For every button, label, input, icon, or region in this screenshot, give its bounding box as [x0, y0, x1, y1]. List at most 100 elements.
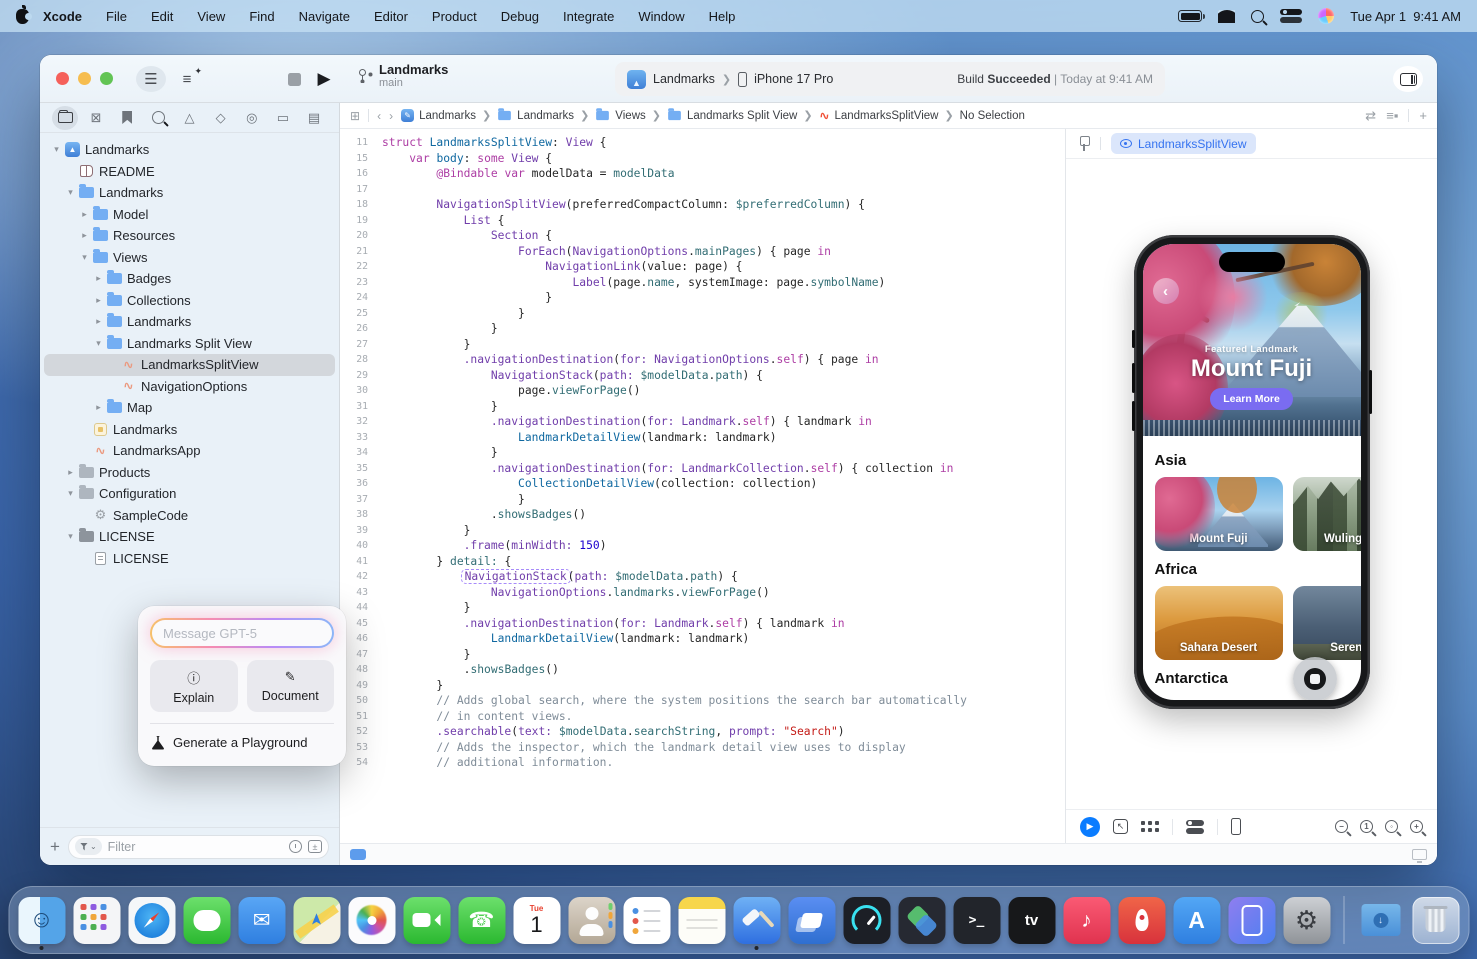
dock-settings-icon[interactable]: ⚙ [1283, 897, 1330, 944]
code-line[interactable]: 19 List { [340, 213, 1065, 229]
dock-shortcuts-icon[interactable] [898, 897, 945, 944]
live-preview-button[interactable]: ▶ [1080, 817, 1100, 837]
code-line[interactable]: 21 ForEach(NavigationOptions.mainPages) … [340, 244, 1065, 260]
disclosure-right-icon[interactable]: ▸ [78, 209, 91, 220]
filter-options-icon[interactable]: ⌄ [75, 838, 102, 855]
selectable-mode-button[interactable]: ↖ [1113, 819, 1128, 834]
disclosure-down-icon[interactable]: ▾ [50, 144, 63, 155]
tree-item-landmarksapp[interactable]: ∿LandmarksApp [44, 440, 335, 462]
dock-xcode-icon[interactable] [733, 897, 780, 944]
battery-icon[interactable] [1178, 10, 1202, 22]
code-line[interactable]: 49 } [340, 678, 1065, 694]
learn-more-button[interactable]: Learn More [1210, 388, 1293, 410]
dock-freeform-icon[interactable] [788, 897, 835, 944]
dock-contacts-icon[interactable] [568, 897, 615, 944]
assistant-message-input[interactable]: Message GPT-5 [152, 620, 332, 646]
apple-menu-icon[interactable] [16, 9, 29, 24]
dock-finder-icon[interactable]: ☺ [18, 897, 65, 944]
menu-item-window[interactable]: Window [628, 7, 694, 26]
minimize-button[interactable] [78, 72, 91, 85]
forward-button[interactable]: › [389, 109, 393, 123]
dock-notes-icon[interactable] [678, 897, 725, 944]
code-line[interactable]: 27 } [340, 337, 1065, 353]
tree-item-collections[interactable]: ▸Collections [44, 290, 335, 312]
navigator-toggle-button[interactable]: ☰ [136, 66, 166, 92]
related-items-icon[interactable]: ⊞ [350, 109, 360, 123]
code-line[interactable]: 34 } [340, 445, 1065, 461]
dock-trash-icon[interactable] [1412, 897, 1459, 944]
device-settings-button[interactable] [1186, 820, 1204, 834]
disclosure-down-icon[interactable]: ▾ [64, 531, 77, 542]
code-line[interactable]: 18 NavigationSplitView(preferredCompactC… [340, 197, 1065, 213]
code-line[interactable]: 32 .navigationDestination(for: Landmark.… [340, 414, 1065, 430]
menu-item-edit[interactable]: Edit [141, 7, 183, 26]
tree-item-landmarks-split-view[interactable]: ▾Landmarks Split View [44, 333, 335, 355]
run-button[interactable]: ▶ [314, 66, 334, 92]
code-line[interactable]: 31 } [340, 399, 1065, 415]
source-editor[interactable]: 11struct LandmarksSplitView: View {15 va… [340, 129, 1065, 843]
preview-device-button[interactable] [1231, 818, 1241, 835]
add-file-button[interactable]: + [50, 837, 60, 857]
dock-calendar-icon[interactable]: Tue1 [513, 897, 560, 944]
disclosure-right-icon[interactable]: ▸ [92, 273, 105, 284]
display-icon[interactable] [1412, 849, 1427, 860]
dock-mail-icon[interactable]: ✉ [238, 897, 285, 944]
code-line[interactable]: 48 .showsBadges() [340, 662, 1065, 678]
filter-field[interactable]: ⌄ Filter ± [68, 835, 329, 859]
code-line[interactable]: 52 .searchable(text: $modelData.searchSt… [340, 724, 1065, 740]
tree-item-landmarkssplitview[interactable]: ∿LandmarksSplitView [44, 354, 335, 376]
dock-terminal-icon[interactable]: >_ [953, 897, 1000, 944]
stop-button[interactable] [284, 66, 304, 92]
disclosure-down-icon[interactable]: ▾ [78, 252, 91, 263]
menu-item-find[interactable]: Find [239, 7, 284, 26]
tree-item-configuration[interactable]: ▾Configuration [44, 483, 335, 505]
inspector-toggle-button[interactable] [1393, 66, 1423, 92]
navigator-tab-issues[interactable]: △ [177, 106, 203, 130]
code-line[interactable]: 28 .navigationDestination(for: Navigatio… [340, 352, 1065, 368]
code-line[interactable]: 38 .showsBadges() [340, 507, 1065, 523]
tree-item-readme[interactable]: README [44, 161, 335, 183]
code-line[interactable]: 50 // Adds global search, where the syst… [340, 693, 1065, 709]
coding-assistant-button[interactable]: ≡ [174, 66, 200, 92]
generate-playground-button[interactable]: Generate a Playground [150, 733, 334, 754]
breadcrumb-item-3[interactable]: Landmarks Split View [667, 110, 797, 122]
build-status[interactable]: Build Succeeded | Today at 9:41 AM [957, 72, 1153, 86]
landmark-card-mount-fuji[interactable]: Mount Fuji [1155, 477, 1283, 551]
breadcrumb-item-4[interactable]: ∿LandmarksSplitView [819, 108, 939, 124]
menu-item-file[interactable]: File [96, 7, 137, 26]
tree-item-landmarks[interactable]: ▾▲Landmarks [44, 139, 335, 161]
disclosure-right-icon[interactable]: ▸ [92, 402, 105, 413]
tree-item-map[interactable]: ▸Map [44, 397, 335, 419]
pin-preview-icon[interactable] [1078, 136, 1090, 151]
code-line[interactable]: 44 } [340, 600, 1065, 616]
code-line[interactable]: 35 .navigationDestination(for: LandmarkC… [340, 461, 1065, 477]
breadcrumb-item-2[interactable]: Views [595, 110, 645, 122]
code-line[interactable]: 11struct LandmarksSplitView: View { [340, 135, 1065, 151]
scheme-bar[interactable]: Landmarks ❯ iPhone 17 Pro Build Succeede… [615, 62, 1165, 96]
close-button[interactable] [56, 72, 69, 85]
code-line[interactable]: 25 } [340, 306, 1065, 322]
project-status[interactable]: Landmarks main [358, 62, 448, 89]
code-line[interactable]: 41 } detail: { [340, 554, 1065, 570]
run-destination[interactable]: iPhone 17 Pro [754, 72, 833, 86]
code-line[interactable]: 42 NavigationStack(path: $modelData.path… [340, 569, 1065, 585]
navigator-tab-reports[interactable]: ▤ [301, 106, 327, 130]
tree-item-landmarks[interactable]: Landmarks [44, 419, 335, 441]
dock-reminders-icon[interactable] [623, 897, 670, 944]
code-line[interactable]: 23 Label(page.name, systemImage: page.sy… [340, 275, 1065, 291]
tree-item-samplecode[interactable]: ⚙SampleCode [44, 505, 335, 527]
tree-item-products[interactable]: ▸Products [44, 462, 335, 484]
tree-item-navigationoptions[interactable]: ∿NavigationOptions [44, 376, 335, 398]
dock-maps-icon[interactable] [293, 897, 340, 944]
breadcrumb-item-5[interactable]: No Selection [960, 110, 1025, 122]
code-line[interactable]: 37 } [340, 492, 1065, 508]
menu-item-help[interactable]: Help [699, 7, 746, 26]
wifi-icon[interactable] [1218, 10, 1235, 23]
code-line[interactable]: 45 .navigationDestination(for: Landmark.… [340, 616, 1065, 632]
source-control-status-icon[interactable]: ± [308, 840, 322, 853]
code-line[interactable]: 29 NavigationStack(path: $modelData.path… [340, 368, 1065, 384]
dock-safari-icon[interactable] [128, 897, 175, 944]
code-line[interactable]: 36 CollectionDetailView(collection: coll… [340, 476, 1065, 492]
editor-options-icon[interactable]: ≡▪ [1386, 108, 1398, 123]
disclosure-right-icon[interactable]: ▸ [78, 230, 91, 241]
